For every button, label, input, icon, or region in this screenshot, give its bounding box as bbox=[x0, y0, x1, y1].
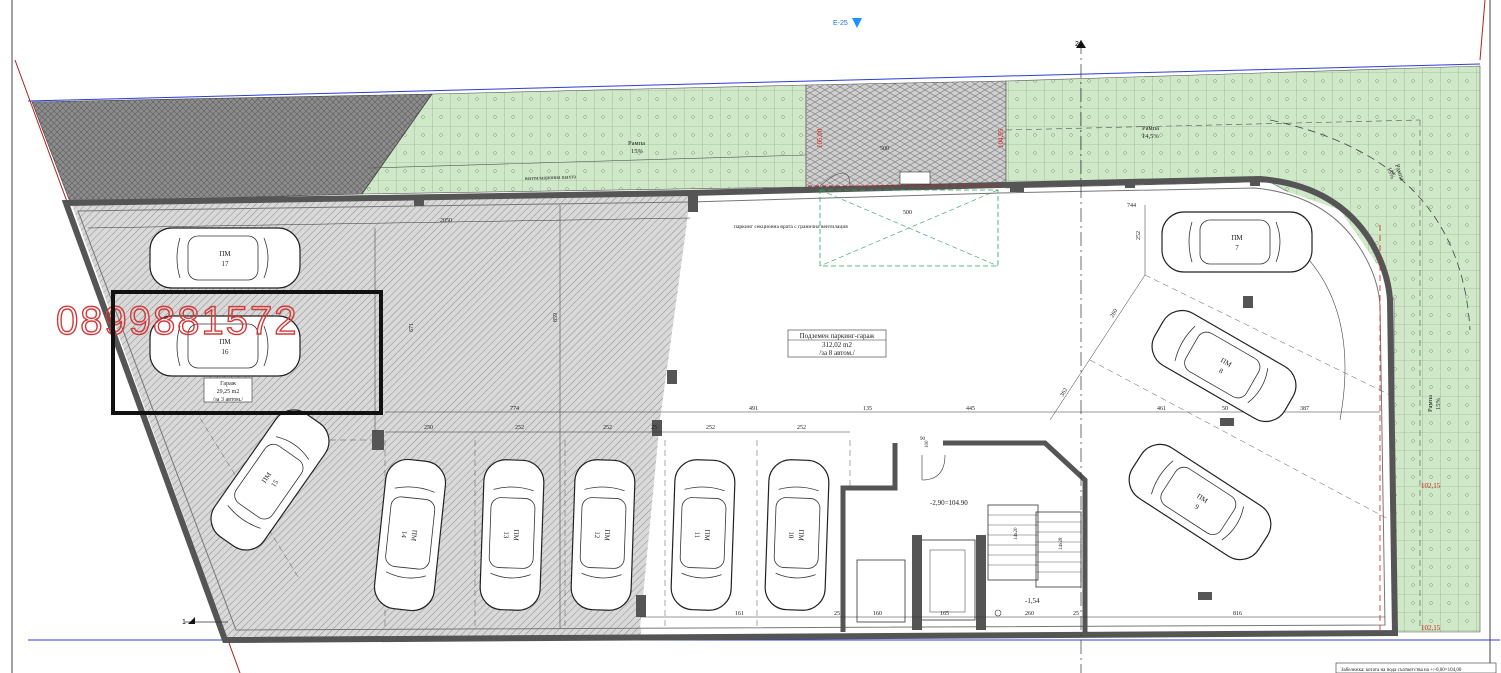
garage-label-area: 29,25 m2 bbox=[217, 389, 240, 395]
dim-bay-5: 252 bbox=[797, 425, 806, 431]
gate-width: 500 bbox=[880, 146, 889, 152]
car-body bbox=[149, 227, 301, 289]
parking-label: ПМ bbox=[603, 529, 611, 541]
parking-space-13: ПМ13 bbox=[479, 459, 545, 611]
garage-label-title: Гараж bbox=[220, 381, 237, 387]
ramp-2-slope: 14,5% bbox=[1142, 133, 1159, 140]
dim-bay-2: 252 bbox=[515, 425, 524, 431]
floor-plan: ПМ17ПМ16ПМ15ПМ14 ПМ13 ПМ12 ПМ11 ПМ10ПМ7ПМ8ПМ… bbox=[0, 0, 1501, 673]
level-red-right: 104,95 bbox=[997, 128, 1005, 148]
dim-stair-2: 14x28 bbox=[1059, 537, 1064, 550]
dim-left-vertical: 671 bbox=[409, 323, 415, 332]
footer-note: Забележка: котата на пода съответства на… bbox=[1341, 668, 1462, 673]
ramp-4-name: Рампа bbox=[1427, 395, 1434, 412]
main-area-label: Подземен паркинг-гараж 312,02 m2 /за 8 а… bbox=[787, 329, 887, 358]
dim-gap-25: 25 bbox=[651, 425, 657, 431]
dim-bottom-4: 165 bbox=[940, 611, 949, 617]
dim-row-445: 445 bbox=[966, 406, 975, 412]
dim-corner: 744 bbox=[1127, 203, 1136, 209]
main-label-capacity: /за 8 автом./ bbox=[819, 349, 855, 357]
dim-stair-1: 14x20 bbox=[1014, 527, 1019, 540]
car-body bbox=[670, 459, 736, 611]
main-label-area: 312,02 m2 bbox=[822, 341, 852, 349]
parking-number: 14 bbox=[400, 530, 409, 538]
car-body bbox=[1161, 211, 1313, 273]
garage-label: Гараж 29,25 m2 /за 3 автом./ bbox=[203, 377, 253, 403]
parking-number: 16 bbox=[222, 348, 230, 356]
parking-label: ПМ bbox=[703, 529, 711, 541]
ramp-1-name: Рампа bbox=[628, 140, 645, 147]
dim-door-2: 100 bbox=[925, 440, 930, 448]
dim-bottom-3: 160 bbox=[873, 611, 882, 617]
parking-space-17: ПМ 17 bbox=[149, 227, 301, 289]
level-main: -2,90=104.90 bbox=[930, 499, 968, 507]
dim-bottom-2: 25 bbox=[834, 611, 840, 617]
level-red-left: 105,00 bbox=[816, 128, 824, 148]
dim-bottom-7: 816 bbox=[1233, 611, 1242, 617]
parking-label: ПМ bbox=[797, 529, 805, 541]
gate-note: паркинг секционна врата с гранична венти… bbox=[734, 224, 848, 230]
level-marker-top: E-25 bbox=[833, 18, 862, 28]
parking-label: ПМ bbox=[1231, 234, 1243, 242]
dim-top-run: 2050 bbox=[440, 218, 452, 224]
parking-number: 7 bbox=[1235, 244, 1239, 252]
top-marker-label: E-25 bbox=[833, 20, 848, 27]
level-red-bottom: 102,15 bbox=[1421, 624, 1441, 632]
parking-number: 13 bbox=[502, 531, 510, 539]
dim-bottom-1: 161 bbox=[735, 611, 744, 617]
parking-number: 12 bbox=[593, 531, 601, 539]
parking-label: ПМ bbox=[512, 529, 520, 541]
ramp-1-slope: 15% bbox=[631, 148, 644, 155]
parking-number: 10 bbox=[787, 531, 795, 539]
level-red-corner: 102,15 bbox=[1421, 482, 1441, 490]
parking-label: ПМ bbox=[219, 250, 231, 258]
parking-space-11: ПМ11 bbox=[670, 459, 736, 611]
dim-row-387: 387 bbox=[1300, 406, 1309, 412]
dim-bottom-5: 260 bbox=[1025, 611, 1034, 617]
ramp-4-slope: 15% bbox=[1435, 398, 1442, 411]
level-stair: -1,54 bbox=[1025, 597, 1040, 605]
ramp-2-name: Рампа bbox=[1142, 125, 1159, 132]
section-marker-top: 2 bbox=[1075, 41, 1079, 48]
dim-gate-width: 500 bbox=[903, 210, 912, 216]
car-body bbox=[479, 459, 545, 611]
parking-space-7: ПМ 7 bbox=[1161, 211, 1313, 273]
dim-row-774: 774 bbox=[510, 406, 519, 412]
dim-bay-4: 252 bbox=[706, 425, 715, 431]
dim-bay-1: 250 bbox=[424, 425, 433, 431]
dim-row-135: 135 bbox=[863, 406, 872, 412]
car-body bbox=[570, 459, 636, 611]
dim-bottom-6: 25 bbox=[1073, 611, 1079, 617]
parking-space-10: ПМ10 bbox=[764, 459, 830, 611]
garage-label-capacity: /за 3 автом./ bbox=[213, 397, 244, 403]
parking-label: ПМ bbox=[409, 529, 418, 542]
parking-number: 11 bbox=[693, 531, 701, 539]
dim-row-50: 50 bbox=[1222, 406, 1228, 412]
section-marker-left: 1 bbox=[182, 619, 186, 626]
main-label-title: Подземен паркинг-гараж bbox=[800, 332, 875, 340]
dim-row-491: 491 bbox=[749, 406, 758, 412]
phone-watermark: 0899881572 bbox=[56, 299, 298, 343]
dim-middle-vertical: 859 bbox=[553, 313, 559, 322]
parking-space-12: ПМ12 bbox=[570, 459, 636, 611]
dim-row-461: 461 bbox=[1157, 406, 1166, 412]
dim-corner-vertical: 252 bbox=[1136, 231, 1142, 240]
parking-number: 17 bbox=[222, 260, 230, 268]
dim-bay-3: 252 bbox=[603, 425, 612, 431]
car-body bbox=[764, 459, 830, 611]
